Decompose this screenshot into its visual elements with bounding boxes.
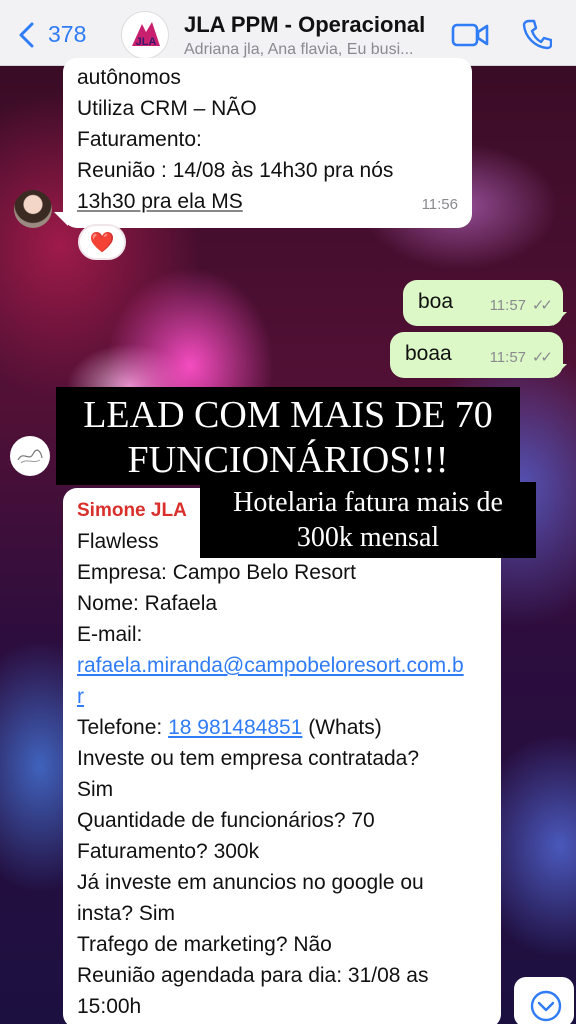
message-line: Empresa: Campo Belo Resort bbox=[77, 561, 356, 584]
sender-logo-icon bbox=[17, 449, 43, 464]
email-link-text: rafaela.miranda@campobeloresort.com.br bbox=[77, 654, 464, 708]
message-line: Reunião : 14/08 às 14h30 pra nós bbox=[77, 159, 394, 182]
heart-icon: ❤️ bbox=[89, 231, 115, 254]
message-line: Sim bbox=[77, 778, 114, 801]
message-meta: 11:57 ✓✓ bbox=[489, 340, 553, 373]
message-time: 11:57 bbox=[489, 349, 527, 366]
message-line: Reunião agendada para dia: 31/08 as bbox=[77, 964, 429, 987]
caption-line: Hotelaria fatura mais de bbox=[233, 487, 503, 518]
phone-suffix: (Whats) bbox=[308, 716, 382, 739]
message-line: Já investe em anuncios no google ou bbox=[77, 871, 424, 894]
message-line: Faturamento: bbox=[77, 128, 202, 151]
phone-line: Telefone: 18 981484851 (Whats) bbox=[77, 712, 487, 743]
message-line: autônomos bbox=[77, 66, 181, 89]
back-unread-count[interactable]: 378 bbox=[48, 21, 86, 48]
bubble-tail bbox=[553, 364, 567, 378]
sender-avatar[interactable] bbox=[14, 190, 52, 228]
message-line: insta? Sim bbox=[77, 902, 176, 925]
outgoing-message-bubble[interactable]: boa 11:57 ✓✓ bbox=[403, 280, 563, 326]
scroll-to-bottom-button[interactable] bbox=[514, 977, 574, 1024]
group-logo-text: JLA bbox=[136, 36, 157, 48]
read-ticks-icon: ✓✓ bbox=[531, 297, 553, 314]
chevron-down-circle-icon bbox=[530, 990, 562, 1022]
chevron-left-icon[interactable] bbox=[18, 22, 34, 48]
bubble-tail bbox=[553, 312, 567, 326]
message-text: boaa bbox=[405, 342, 452, 365]
message-line-time-link: 13h30 pra ela MS bbox=[77, 190, 243, 213]
message-line: 13h30 pra ela MS bbox=[77, 186, 458, 217]
read-ticks-icon: ✓✓ bbox=[531, 349, 553, 366]
incoming-message-bubble[interactable]: Simone JLA Flawless Empresa: Campo Belo … bbox=[63, 488, 501, 1024]
message-line: Investe ou tem empresa contratada? bbox=[77, 747, 420, 770]
message-line: E-mail: bbox=[77, 623, 143, 646]
story-caption-banner: Hotelaria fatura mais de 300k mensal bbox=[200, 482, 536, 558]
video-camera-icon[interactable] bbox=[451, 21, 489, 49]
message-text: boa bbox=[418, 290, 454, 313]
group-avatar[interactable]: JLA bbox=[121, 11, 169, 59]
message-line: Quantidade de funcionários? 70 bbox=[77, 809, 375, 832]
email-link[interactable]: rafaela.miranda@campobeloresort.com.br bbox=[77, 650, 469, 712]
phone-icon[interactable] bbox=[522, 18, 552, 50]
message-time: 11:57 bbox=[489, 297, 527, 314]
message-line: Nome: Rafaela bbox=[77, 592, 218, 615]
message-time: 11:56 bbox=[421, 196, 458, 213]
chat-participants[interactable]: Adriana jla, Ana flavia, Eu busi... bbox=[184, 41, 438, 59]
caption-line: 300k mensal bbox=[296, 522, 440, 553]
phone-label: Telefone: bbox=[77, 716, 163, 739]
sender-avatar[interactable] bbox=[10, 436, 50, 476]
chat-header: 378 JLA JLA PPM - Operacional Adriana jl… bbox=[0, 0, 576, 66]
message-line: 15:00h bbox=[77, 995, 142, 1018]
phone-link[interactable]: 18 981484851 bbox=[168, 716, 302, 739]
reaction-badge[interactable]: ❤️ bbox=[78, 224, 126, 260]
outgoing-message-bubble[interactable]: boaa 11:57 ✓✓ bbox=[390, 332, 563, 378]
caption-line: LEAD COM MAIS DE 70 bbox=[83, 394, 493, 436]
chat-title[interactable]: JLA PPM - Operacional bbox=[184, 12, 425, 38]
message-line: Faturamento? 300k bbox=[77, 840, 260, 863]
caption-line: FUNCIONÁRIOS!!! bbox=[127, 439, 449, 481]
group-logo-icon: JLA bbox=[132, 22, 160, 48]
incoming-message-bubble[interactable]: autônomos Utiliza CRM – NÃO Faturamento:… bbox=[63, 58, 472, 228]
message-meta: 11:57 ✓✓ bbox=[489, 288, 553, 321]
bubble-tail bbox=[54, 212, 68, 226]
message-line: Utiliza CRM – NÃO bbox=[77, 97, 257, 120]
message-line: Trafego de marketing? Não bbox=[77, 933, 332, 956]
story-caption-banner: LEAD COM MAIS DE 70 FUNCIONÁRIOS!!! bbox=[56, 387, 520, 485]
